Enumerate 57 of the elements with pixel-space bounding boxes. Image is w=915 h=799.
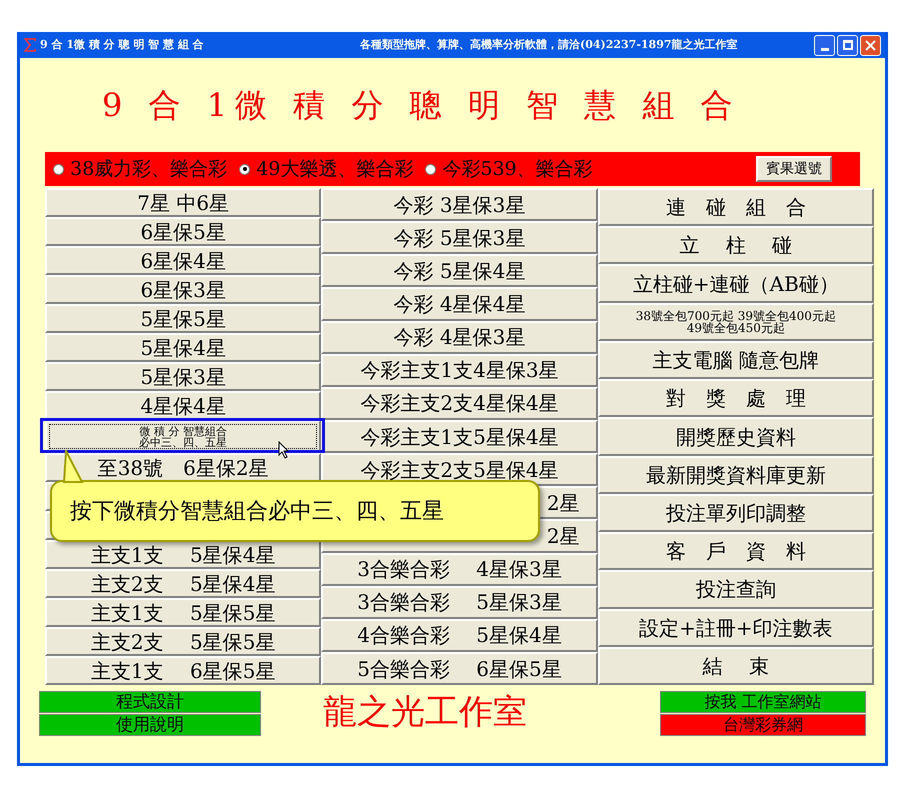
option-button[interactable]: 立 柱 碰: [598, 226, 874, 264]
option-button[interactable]: 4合樂合彩 5星保4星: [321, 618, 598, 652]
option-button[interactable]: 對 獎 處 理: [598, 379, 874, 418]
option-button[interactable]: 今彩主支1支5星保4星: [321, 420, 598, 454]
window-subtitle: 各種類型拖牌、算牌、高機率分析軟體，請洽(04)2237-1897龍之光工作室: [360, 36, 738, 53]
close-icon: [865, 40, 876, 50]
option-button[interactable]: 主支2支 5星保4星: [45, 569, 322, 598]
option-button[interactable]: 5星保5星: [45, 304, 322, 333]
option-button[interactable]: 主支1支 5星保4星: [45, 540, 322, 569]
option-button[interactable]: 主支1支 6星保5星: [45, 656, 322, 685]
option-button[interactable]: 38號全包700元起 39號全包400元起 49號全包450元起: [598, 302, 874, 341]
option-button[interactable]: 投注查詢: [598, 570, 874, 609]
sigma-icon: [24, 38, 36, 52]
option-button[interactable]: 6星保5星: [45, 217, 322, 246]
brand-name: 龍之光工作室: [323, 695, 527, 729]
lottery-radio[interactable]: 49大樂透、樂合彩: [239, 154, 414, 184]
option-button[interactable]: 設定+註冊+印注數表: [598, 608, 874, 647]
option-button[interactable]: 4星保4星: [45, 391, 322, 420]
window-title: 9 合 1微 積 分 聰 明 智 慧 組 合: [40, 36, 205, 53]
option-button[interactable]: 今彩 5星保4星: [321, 254, 598, 288]
option-button[interactable]: 立柱碰+連碰（AB碰）: [598, 264, 874, 303]
option-button[interactable]: 3合樂合彩 4星保3星: [321, 552, 598, 586]
option-button[interactable]: 結 束: [598, 646, 874, 686]
maximize-button[interactable]: [837, 34, 858, 56]
option-button[interactable]: 3合樂合彩 5星保3星: [321, 586, 598, 619]
link-button[interactable]: 台灣彩券網: [660, 714, 866, 736]
option-button[interactable]: 今彩 4星保4星: [321, 287, 598, 321]
link-button[interactable]: 按我 工作室網站: [660, 691, 866, 713]
lottery-radio[interactable]: 38威力彩、樂合彩: [53, 154, 228, 184]
option-button[interactable]: 今彩 4星保3星: [321, 320, 598, 354]
option-button[interactable]: 5合樂合彩 6星保5星: [321, 652, 598, 686]
option-button[interactable]: 主支2支 5星保5星: [45, 627, 322, 656]
bingo-pick-button[interactable]: 賓果選號: [756, 156, 832, 182]
lottery-radio[interactable]: 今彩539、樂合彩: [425, 154, 593, 184]
link-button[interactable]: 程式設計: [39, 691, 261, 713]
option-button[interactable]: 客 戶 資 料: [598, 532, 874, 570]
option-button[interactable]: 主支1支 5星保5星: [45, 598, 322, 627]
pointer-icon: [278, 441, 290, 459]
option-button[interactable]: 今彩 5星保3星: [321, 221, 598, 254]
option-button[interactable]: 6星保4星: [45, 246, 322, 275]
option-button[interactable]: 6星保3星: [45, 275, 322, 304]
option-button[interactable]: 連 碰 組 合: [598, 188, 874, 226]
option-button[interactable]: 今彩主支1支4星保3星: [321, 354, 598, 387]
app-heading: 9 合 1微 積 分 聰 明 智 慧 組 合: [102, 85, 740, 126]
option-button[interactable]: 最新開獎資料庫更新: [598, 456, 874, 494]
option-button[interactable]: 5星保3星: [45, 362, 322, 391]
minimize-button[interactable]: [814, 34, 835, 56]
option-button[interactable]: 今彩主支2支4星保4星: [321, 386, 598, 420]
option-button[interactable]: 主支電腦 隨意包牌: [598, 340, 874, 380]
option-button[interactable]: 7星 中6星: [45, 188, 322, 217]
option-button[interactable]: 今彩 3星保3星: [321, 188, 598, 222]
close-button[interactable]: [860, 34, 881, 56]
tooltip-text: 按下微積分智慧組合必中三、四、五星: [70, 498, 444, 526]
link-button[interactable]: 使用說明: [39, 714, 261, 736]
option-button[interactable]: 開獎歷史資料: [598, 417, 874, 456]
option-button[interactable]: 投注單列印調整: [598, 494, 874, 532]
option-button[interactable]: 5星保4星: [45, 333, 322, 362]
